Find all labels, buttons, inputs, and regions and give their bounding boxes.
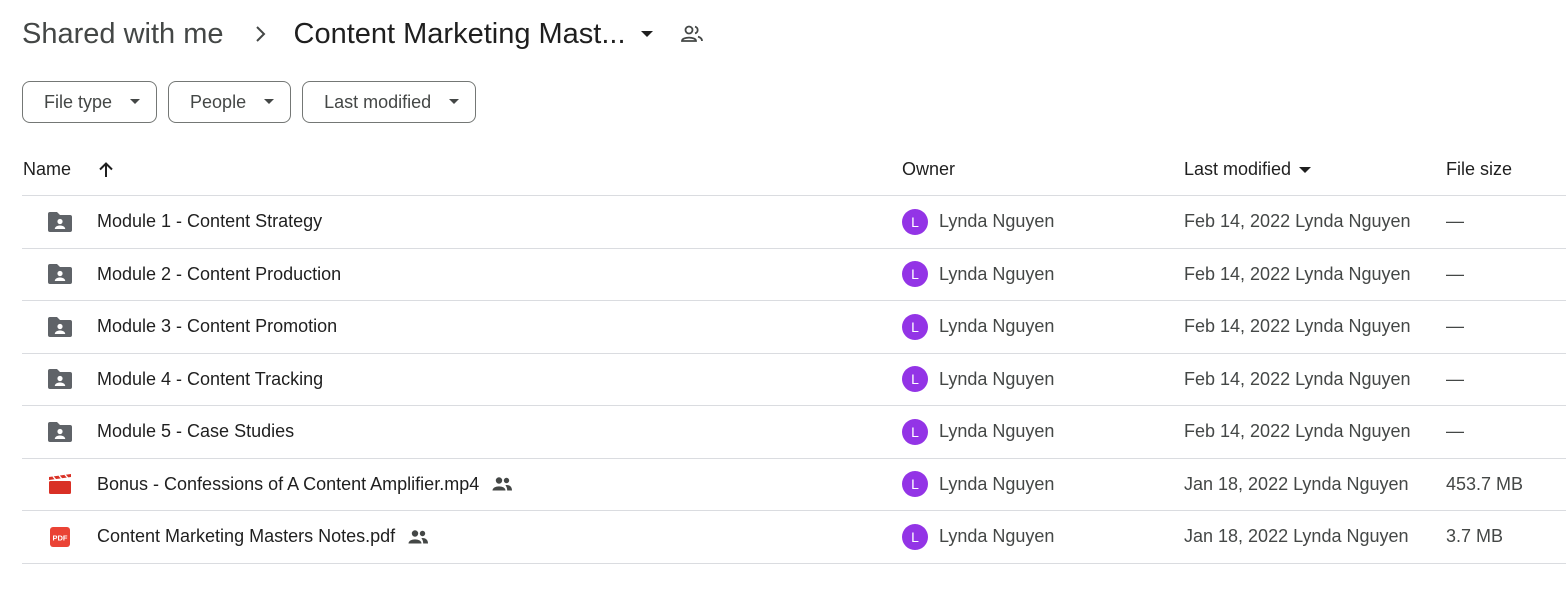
svg-text:PDF: PDF: [53, 533, 68, 542]
file-size-text: —: [1446, 316, 1464, 337]
breadcrumb-current-label: Content Marketing Mast...: [293, 17, 626, 50]
avatar: L: [902, 471, 928, 498]
caret-down-icon: [449, 99, 460, 105]
filter-people-label: People: [190, 91, 247, 112]
column-header-last-modified-label: Last modified: [1184, 159, 1292, 179]
pdf-file-icon: PDF: [46, 523, 74, 551]
owner-name: Lynda Nguyen: [939, 211, 1055, 232]
file-name[interactable]: Module 1 - Content Strategy: [97, 211, 322, 232]
filter-last-modified[interactable]: Last modified: [302, 81, 477, 123]
caret-down-icon: [130, 99, 141, 105]
owner-name: Lynda Nguyen: [939, 263, 1055, 284]
shared-people-icon: [407, 529, 429, 545]
breadcrumb-shared-with-me[interactable]: Shared with me: [22, 18, 224, 51]
file-name[interactable]: Bonus - Confessions of A Content Amplifi…: [97, 474, 479, 495]
file-name[interactable]: Module 4 - Content Tracking: [97, 369, 323, 390]
owner-name: Lynda Nguyen: [939, 421, 1055, 442]
column-header-last-modified[interactable]: Last modified: [1184, 159, 1315, 180]
caret-down-icon: [264, 99, 275, 105]
table-body: Module 1 - Content Strategy L Lynda Nguyen…: [22, 196, 1566, 564]
owner-name: Lynda Nguyen: [939, 316, 1055, 337]
column-header-owner[interactable]: Owner: [902, 159, 955, 180]
filter-bar: File type People Last modified: [22, 81, 477, 123]
file-name[interactable]: Module 3 - Content Promotion: [97, 316, 337, 337]
file-size-text: —: [1446, 263, 1464, 284]
owner-name: Lynda Nguyen: [939, 473, 1055, 494]
column-header-name[interactable]: Name: [22, 159, 71, 180]
file-table: Name Owner Last modified File size Modul…: [22, 144, 1566, 564]
last-modified-text: Feb 14, 2022 Lynda Nguyen: [1184, 263, 1411, 284]
file-name[interactable]: Module 2 - Content Production: [97, 264, 341, 285]
breadcrumb-current-folder[interactable]: Content Marketing Mast...: [294, 18, 654, 51]
last-modified-text: Feb 14, 2022 Lynda Nguyen: [1184, 211, 1411, 232]
shared-folder-icon: [46, 313, 74, 341]
shared-people-icon: [491, 476, 513, 492]
file-size-text: 3.7 MB: [1446, 526, 1504, 547]
sort-arrow-up-icon[interactable]: [97, 161, 115, 179]
last-modified-text: Feb 14, 2022 Lynda Nguyen: [1184, 368, 1411, 389]
caret-down-icon: [640, 30, 654, 38]
table-row[interactable]: PDF Content Marketing Masters Notes.pdf L L…: [22, 511, 1566, 564]
avatar: L: [902, 523, 928, 550]
column-header-name-label: Name: [23, 159, 72, 179]
shared-folder-icon: [46, 365, 74, 393]
avatar: L: [902, 366, 928, 393]
file-name[interactable]: Content Marketing Masters Notes.pdf: [97, 526, 395, 547]
filter-people[interactable]: People: [168, 81, 292, 123]
last-modified-text: Jan 18, 2022 Lynda Nguyen: [1184, 526, 1409, 547]
owner-name: Lynda Nguyen: [939, 526, 1055, 547]
table-row[interactable]: Module 1 - Content Strategy L Lynda Nguyen…: [22, 196, 1566, 249]
filter-file-type-label: File type: [44, 91, 113, 112]
file-name[interactable]: Module 5 - Case Studies: [97, 421, 294, 442]
last-modified-text: Feb 14, 2022 Lynda Nguyen: [1184, 421, 1411, 442]
avatar: L: [902, 418, 928, 445]
table-row[interactable]: Module 5 - Case Studies L Lynda Nguyen Feb …: [22, 406, 1566, 459]
last-modified-text: Feb 14, 2022 Lynda Nguyen: [1184, 316, 1411, 337]
owner-name: Lynda Nguyen: [939, 368, 1055, 389]
column-header-file-size[interactable]: File size: [1446, 159, 1512, 180]
caret-down-icon: [1295, 165, 1315, 175]
file-size-text: 453.7 MB: [1446, 473, 1524, 494]
avatar: L: [902, 208, 928, 235]
file-size-text: —: [1446, 368, 1464, 389]
table-row[interactable]: Module 3 - Content Promotion L Lynda Nguye…: [22, 301, 1566, 354]
table-row[interactable]: Bonus - Confessions of A Content Amplifi…: [22, 459, 1566, 511]
last-modified-text: Jan 18, 2022 Lynda Nguyen: [1184, 473, 1409, 494]
shared-folder-icon: [46, 208, 74, 236]
filter-file-type[interactable]: File type: [22, 81, 158, 123]
table-row[interactable]: Module 4 - Content Tracking L Lynda Nguyen…: [22, 354, 1566, 406]
avatar: L: [902, 313, 928, 340]
breadcrumb: Shared with me Content Marketing Mast...: [22, 12, 704, 56]
video-file-icon: [46, 470, 74, 498]
table-row[interactable]: Module 2 - Content Production L Lynda Nguy…: [22, 249, 1566, 301]
drive-page: Shared with me Content Marketing Mast...…: [0, 0, 1566, 614]
shared-people-icon[interactable]: [680, 24, 704, 44]
shared-folder-icon: [46, 260, 74, 288]
file-size-text: —: [1446, 421, 1464, 442]
shared-folder-icon: [46, 418, 74, 446]
filter-last-modified-label: Last modified: [324, 91, 432, 112]
chevron-right-icon: [254, 24, 268, 44]
file-size-text: —: [1446, 211, 1464, 232]
table-header: Name Owner Last modified File size: [22, 144, 1566, 196]
avatar: L: [902, 261, 928, 288]
